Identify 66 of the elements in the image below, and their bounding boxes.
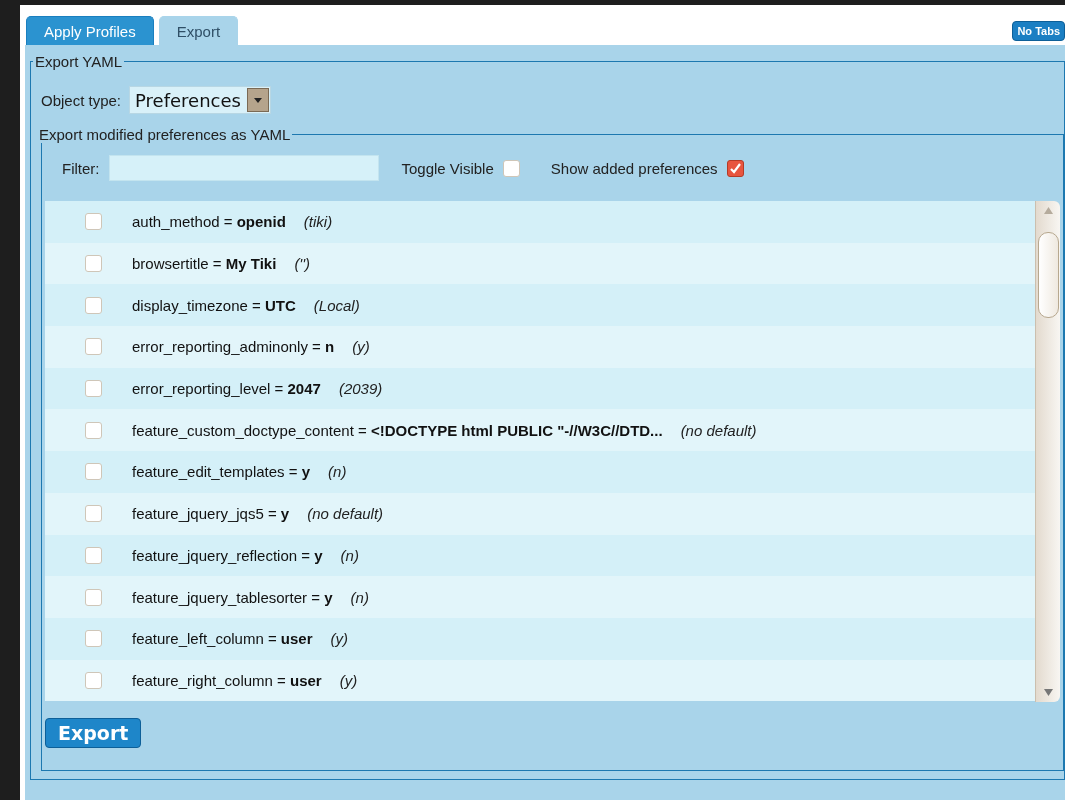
- checkbox[interactable]: [85, 505, 102, 523]
- object-type-select[interactable]: Preferences: [129, 86, 271, 114]
- preference-setting: feature_edit_templates = y: [132, 463, 311, 481]
- scroll-thumb[interactable]: [1038, 232, 1059, 318]
- preference-row[interactable]: feature_jquery_jqs5 = y (no default): [45, 492, 1035, 535]
- checkbox[interactable]: [85, 630, 102, 648]
- preference-setting: browsertitle = My Tiki: [132, 255, 277, 273]
- preference-setting: error_reporting_adminonly = n: [132, 338, 335, 356]
- checkbox[interactable]: [85, 338, 102, 356]
- preference-row[interactable]: feature_jquery_reflection = y (n): [45, 534, 1035, 577]
- checkbox-label: Toggle Visible: [401, 159, 494, 177]
- preference-setting: feature_jquery_reflection = y: [132, 546, 323, 564]
- preference-setting: feature_right_column = user: [132, 671, 322, 689]
- preference-row[interactable]: auth_method = openid (tiki): [45, 201, 1035, 243]
- field-label: Filter:: [62, 159, 100, 177]
- preference-row[interactable]: feature_custom_doctype_content = <!DOCTYPE html PUBLIC "-//W3C//DTD... (no default): [45, 409, 1035, 452]
- filter-field[interactable]: [108, 155, 379, 181]
- preference-setting: feature_left_column = user: [132, 630, 313, 648]
- checkbox[interactable]: [85, 588, 102, 606]
- preference-setting: error_reporting_level = 2047: [132, 380, 321, 398]
- export-button[interactable]: Export: [45, 718, 142, 748]
- preference-default: (n): [340, 546, 359, 564]
- preference-default: (y): [330, 630, 349, 648]
- checkbox[interactable]: [85, 380, 102, 398]
- preference-setting: feature_custom_doctype_content = <!DOCTYPE html PUBLIC "-//W3C//DTD...: [132, 421, 663, 439]
- checkbox[interactable]: [85, 671, 102, 689]
- down-arrow-icon[interactable]: [1043, 689, 1053, 696]
- preference-row[interactable]: error_reporting_level = 2047 (2039): [45, 367, 1035, 410]
- tab[interactable]: Export: [158, 16, 239, 45]
- preference-default: (Local): [313, 296, 360, 314]
- preference-row[interactable]: feature_right_column = user (y): [45, 659, 1035, 702]
- checkbox[interactable]: [85, 546, 102, 564]
- checkbox[interactable]: [726, 159, 744, 177]
- preference-setting: auth_method = openid: [132, 213, 286, 231]
- no-tabs-button[interactable]: No Tabs: [1012, 21, 1065, 41]
- fieldset-legend: Export modified preferences as YAML: [37, 126, 293, 143]
- checkbox-label: Show added preferences: [550, 159, 718, 177]
- preference-default: (''): [294, 255, 311, 273]
- checkbox[interactable]: [502, 159, 520, 177]
- checkbox[interactable]: [85, 421, 102, 439]
- preference-default: (y): [339, 671, 358, 689]
- preference-default: (2039): [338, 380, 383, 398]
- field-label: Object type:: [41, 91, 122, 109]
- preference-row[interactable]: feature_edit_templates = y (n): [45, 451, 1035, 493]
- preference-default: (no default): [680, 421, 757, 439]
- preference-setting: feature_jquery_tablesorter = y: [132, 588, 333, 606]
- preference-setting: feature_jquery_jqs5 = y: [132, 505, 290, 523]
- up-arrow-icon[interactable]: [1043, 207, 1053, 214]
- scrollbar[interactable]: [1035, 201, 1060, 702]
- preference-setting: display_timezone = UTC: [132, 296, 296, 314]
- preference-row[interactable]: feature_jquery_tablesorter = y (n): [45, 576, 1035, 618]
- preference-row[interactable]: display_timezone = UTC (Local): [45, 284, 1035, 327]
- fieldset-legend: Export YAML: [33, 53, 124, 70]
- checkbox[interactable]: [85, 255, 102, 273]
- preference-default: (n): [328, 463, 347, 481]
- caret-icon: [246, 88, 269, 112]
- preference-default: (no default): [307, 505, 384, 523]
- preference-default: (tiki): [303, 213, 333, 231]
- preference-row[interactable]: error_reporting_adminonly = n (y): [45, 326, 1035, 368]
- preference-default: (n): [350, 588, 369, 606]
- checkbox[interactable]: [85, 463, 102, 481]
- preference-row[interactable]: browsertitle = My Tiki (''): [45, 242, 1035, 285]
- preference-default: (y): [352, 338, 370, 356]
- preference-row[interactable]: feature_left_column = user (y): [45, 617, 1035, 660]
- checkbox[interactable]: [85, 213, 102, 231]
- checkbox[interactable]: [85, 296, 102, 314]
